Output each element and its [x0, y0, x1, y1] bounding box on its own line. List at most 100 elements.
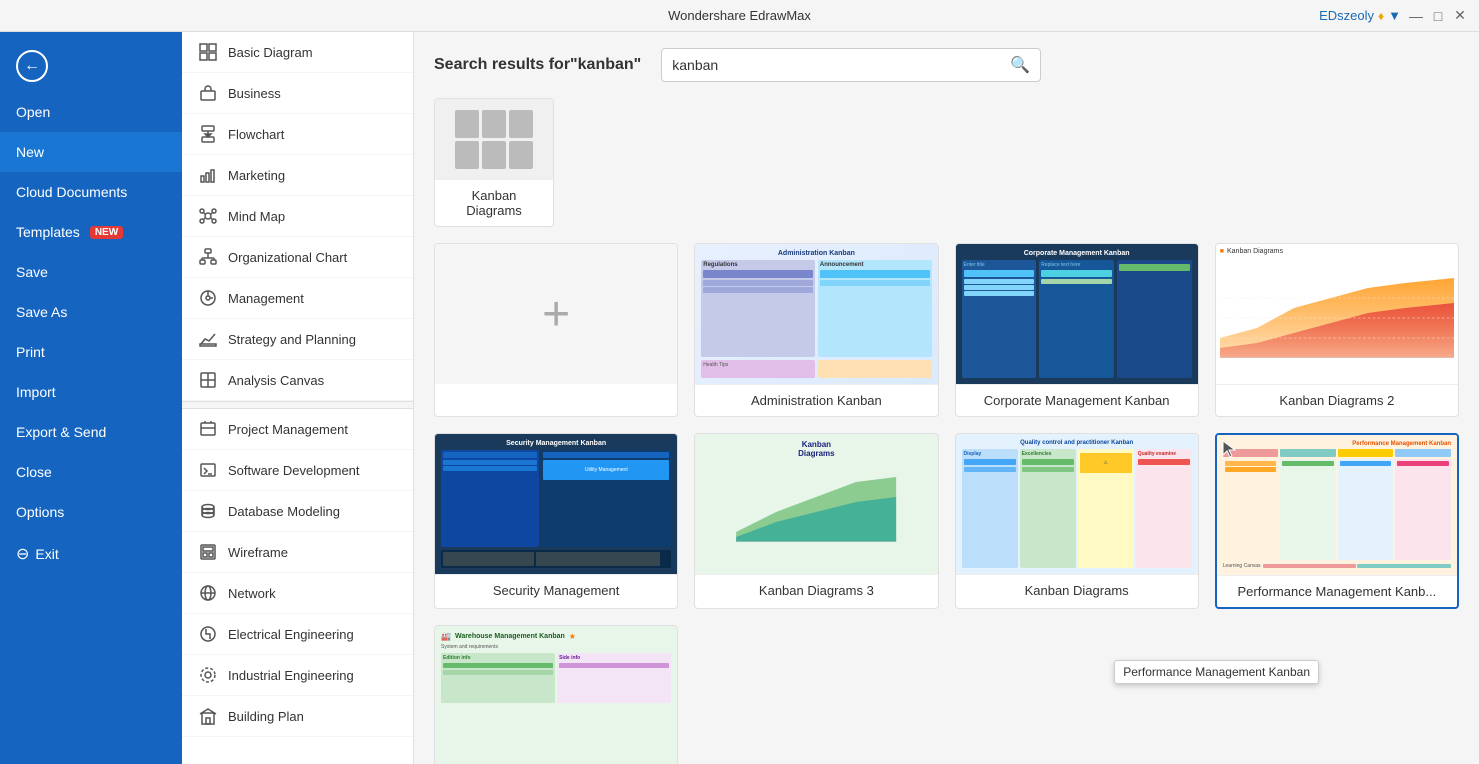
search-bar-area: Search results for"kanban" 🔍	[434, 48, 1459, 82]
category-mindmap-label: Mind Map	[228, 209, 285, 224]
minimize-button[interactable]: —	[1409, 9, 1423, 23]
category-project[interactable]: Project Management	[182, 409, 413, 450]
category-analysis-label: Analysis Canvas	[228, 373, 324, 388]
category-marketing[interactable]: Marketing	[182, 155, 413, 196]
kanban-category-card[interactable]: Kanban Diagrams	[434, 98, 554, 227]
security-management-img: Security Management Kanban Utility Mana	[435, 434, 677, 574]
admin-kanban-img: Administration Kanban Regulations Announ…	[695, 244, 937, 384]
sidebar-import-label: Import	[16, 384, 56, 400]
category-business-label: Business	[228, 86, 281, 101]
orgchart-icon	[198, 247, 218, 267]
sidebar-options-label: Options	[16, 504, 64, 520]
category-flowchart[interactable]: Flowchart	[182, 114, 413, 155]
kanban-diagrams-label: Kanban Diagrams	[956, 574, 1198, 606]
sidebar-saveas-label: Save As	[16, 304, 67, 320]
new-blank-card[interactable]: +	[434, 243, 678, 417]
category-wireframe-label: Wireframe	[228, 545, 288, 560]
project-icon	[198, 419, 218, 439]
category-building[interactable]: Building Plan	[182, 696, 413, 737]
plus-icon: +	[542, 287, 570, 342]
category-strategy[interactable]: Strategy and Planning	[182, 319, 413, 360]
category-basic-label: Basic Diagram	[228, 45, 313, 60]
template-performance-kanban[interactable]: Performance Management Kanban	[1215, 433, 1459, 609]
sidebar-item-import[interactable]: Import	[0, 372, 182, 412]
sidebar-exit-label: Exit	[35, 546, 58, 562]
industrial-icon	[198, 665, 218, 685]
category-electrical[interactable]: Electrical Engineering	[182, 614, 413, 655]
category-analysis[interactable]: Analysis Canvas	[182, 360, 413, 401]
close-button[interactable]: ✕	[1453, 9, 1467, 23]
performance-img: Performance Management Kanban	[1217, 435, 1457, 575]
sidebar-item-close[interactable]: Close	[0, 452, 182, 492]
category-electrical-label: Electrical Engineering	[228, 627, 354, 642]
category-orgchart[interactable]: Organizational Chart	[182, 237, 413, 278]
sidebar-item-cloud[interactable]: Cloud Documents	[0, 172, 182, 212]
category-network-label: Network	[228, 586, 276, 601]
sidebar-item-options[interactable]: Options	[0, 492, 182, 532]
sidebar-item-print[interactable]: Print	[0, 332, 182, 372]
template-kanban-diagrams[interactable]: Quality control and practitioner Kanban …	[955, 433, 1199, 609]
tooltip: Performance Management Kanban	[1114, 660, 1319, 684]
template-kanban-diagrams-3[interactable]: KanbanDiagrams Kanban Diagrams 3	[694, 433, 938, 609]
back-circle-icon: ←	[16, 50, 48, 82]
template-grid: + Administration Kanban Regulations	[434, 243, 1459, 764]
category-software[interactable]: Software Development	[182, 450, 413, 491]
sidebar-item-templates[interactable]: Templates NEW	[0, 212, 182, 252]
category-business[interactable]: Business	[182, 73, 413, 114]
category-industrial[interactable]: Industrial Engineering	[182, 655, 413, 696]
category-management[interactable]: Management	[182, 278, 413, 319]
template-corporate-kanban[interactable]: Corporate Management Kanban Enter title …	[955, 243, 1199, 417]
corporate-kanban-img: Corporate Management Kanban Enter title …	[956, 244, 1198, 384]
sidebar-templates-label: Templates	[16, 224, 80, 240]
username: EDszeoly	[1319, 8, 1374, 23]
category-network[interactable]: Network	[182, 573, 413, 614]
sidebar-item-new[interactable]: New	[0, 132, 182, 172]
category-marketing-label: Marketing	[228, 168, 285, 183]
sidebar-item-saveas[interactable]: Save As	[0, 292, 182, 332]
template-admin-kanban[interactable]: Administration Kanban Regulations Announ…	[694, 243, 938, 417]
maximize-button[interactable]: □	[1431, 9, 1445, 23]
sidebar-item-save[interactable]: Save	[0, 252, 182, 292]
admin-preview: Administration Kanban Regulations Announ…	[695, 244, 937, 384]
app-title: Wondershare EdrawMax	[668, 8, 811, 23]
corporate-kanban-label: Corporate Management Kanban	[956, 384, 1198, 416]
search-icon[interactable]: 🔍	[1010, 55, 1030, 75]
category-basic-diagram[interactable]: Basic Diagram	[182, 32, 413, 73]
kanban-diagrams-3-label: Kanban Diagrams 3	[695, 574, 937, 606]
sidebar-item-export[interactable]: Export & Send	[0, 412, 182, 452]
template-security-management[interactable]: Security Management Kanban Utility Mana	[434, 433, 678, 609]
sidebar-close-label: Close	[16, 464, 52, 480]
category-management-label: Management	[228, 291, 304, 306]
template-kanban-diagrams-2[interactable]: ■Kanban Diagrams	[1215, 243, 1459, 417]
user-badge[interactable]: EDszeoly ♦ ▼	[1319, 8, 1401, 23]
kanban-icon-grid	[439, 99, 549, 179]
security-preview: Security Management Kanban Utility Mana	[435, 434, 677, 574]
category-industrial-label: Industrial Engineering	[228, 668, 354, 683]
kanban-diag-preview: Quality control and practitioner Kanban …	[956, 434, 1198, 574]
main-layout: ← Open New Cloud Documents Templates NEW…	[0, 32, 1479, 764]
search-input[interactable]	[672, 57, 1010, 73]
category-mindmap[interactable]: Mind Map	[182, 196, 413, 237]
category-building-label: Building Plan	[228, 709, 304, 724]
crown-icon: ♦	[1378, 9, 1384, 23]
chevron-down-icon: ▼	[1388, 8, 1401, 23]
category-wireframe[interactable]: Wireframe	[182, 532, 413, 573]
category-strategy-label: Strategy and Planning	[228, 332, 356, 347]
basic-diagram-icon	[198, 42, 218, 62]
kanban2-img: ■Kanban Diagrams	[1216, 244, 1458, 384]
kanban-diagrams-2-label: Kanban Diagrams 2	[1216, 384, 1458, 416]
sidebar-new-label: New	[16, 144, 44, 160]
back-button[interactable]: ←	[0, 40, 182, 92]
warehouse-preview: 🏭 Warehouse Management Kanban ★ System a…	[435, 626, 677, 764]
category-database[interactable]: Database Modeling	[182, 491, 413, 532]
strategy-icon	[198, 329, 218, 349]
business-icon	[198, 83, 218, 103]
template-warehouse-kanban[interactable]: 🏭 Warehouse Management Kanban ★ System a…	[434, 625, 678, 764]
sidebar-item-exit[interactable]: ⊖ Exit	[0, 532, 182, 576]
top-row: Kanban Diagrams	[434, 98, 1459, 227]
kanban3-preview: KanbanDiagrams	[695, 434, 937, 574]
window-controls: EDszeoly ♦ ▼ — □ ✕	[1319, 8, 1467, 23]
sidebar-print-label: Print	[16, 344, 45, 360]
sidebar-item-open[interactable]: Open	[0, 92, 182, 132]
warehouse-img: 🏭 Warehouse Management Kanban ★ System a…	[435, 626, 677, 764]
